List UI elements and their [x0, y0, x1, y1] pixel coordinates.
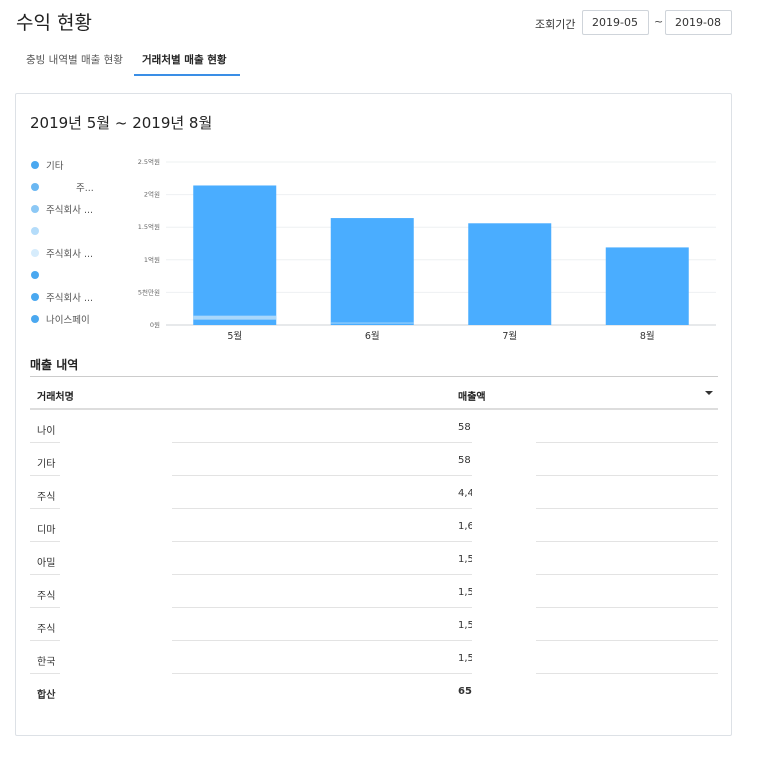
legend-dot-icon: [31, 249, 39, 257]
cell-amount: 65: [458, 686, 472, 697]
y-tick-label: 0원: [150, 320, 160, 329]
legend-dot-icon: [31, 315, 39, 323]
cell-amount: 58: [458, 422, 471, 433]
redaction-mask-names: [60, 412, 172, 724]
legend-dot-icon: [31, 205, 39, 213]
y-tick-label: 2억원: [144, 190, 160, 199]
header-client-name: 거래처명: [37, 392, 74, 403]
legend-item[interactable]: [30, 224, 120, 238]
y-tick-label: 2.5억원: [138, 157, 160, 166]
date-separator: ~: [654, 15, 664, 28]
legend-item[interactable]: [30, 268, 120, 282]
date-from-input[interactable]: 2019-05: [582, 10, 649, 35]
bar[interactable]: [193, 185, 277, 325]
cell-client-name: 아밀: [37, 558, 56, 569]
table-header: 거래처명 매출액: [30, 376, 718, 410]
redaction-mask-amounts: [472, 412, 536, 724]
legend-dot-icon: [31, 227, 39, 235]
bar[interactable]: [468, 223, 552, 325]
legend-item[interactable]: 주식회사 ...: [30, 202, 120, 216]
range-title: 2019년 5월 ~ 2019년 8월: [30, 114, 213, 132]
legend-dot-icon: [31, 183, 39, 191]
bar-segment-divider: [330, 322, 414, 324]
cell-client-name: 나이: [37, 426, 56, 437]
sales-card: 2019년 5월 ~ 2019년 8월 기타 주... 주식회사 ... 주식회사 .…: [15, 93, 732, 736]
legend-label: 주식회사 ...: [46, 205, 94, 216]
legend-label: 나이스페이: [46, 315, 90, 326]
cell-client-name: 기타: [37, 459, 56, 470]
legend-dot-icon: [31, 271, 39, 279]
legend-label: 주식회사 ...: [46, 293, 94, 304]
legend-label: 주식회사 ...: [46, 249, 94, 260]
cell-amount: 58: [458, 455, 471, 466]
x-tick-label: 5월: [227, 330, 242, 342]
legend-item[interactable]: 기타: [30, 158, 120, 172]
active-tab-indicator: [134, 74, 240, 76]
y-tick-label: 5천만원: [138, 287, 160, 296]
bar-segment-divider: [193, 315, 277, 320]
cell-client-name: 디마: [37, 525, 56, 536]
section-title: 매출 내역: [30, 358, 79, 372]
bar[interactable]: [330, 218, 414, 325]
date-to-input[interactable]: 2019-08: [665, 10, 732, 35]
legend-label: 기타: [46, 161, 64, 172]
header-amount[interactable]: 매출액: [458, 388, 486, 403]
sales-bar-chart: 0원 5천만원 1억원 1.5억원 2억원 2.5억원 5월 6월 7월 8월: [138, 157, 716, 342]
cell-client-name: 합산: [37, 690, 56, 701]
legend-item[interactable]: 주...: [30, 180, 120, 194]
tab-bar: 충빙 내역별 매출 현황 거래처별 매출 현황: [16, 52, 246, 78]
page-title: 수익 현황: [16, 12, 92, 34]
x-tick-label: 8월: [640, 330, 655, 342]
cell-client-name: 주식: [37, 492, 56, 503]
cell-client-name: 한국: [37, 657, 56, 668]
period-label: 조회기간: [535, 18, 576, 31]
y-tick-label: 1.5억원: [138, 222, 160, 231]
cell-client-name: 주식: [37, 624, 56, 635]
legend-dot-icon: [31, 293, 39, 301]
legend-item[interactable]: 나이스페이: [30, 312, 120, 326]
x-tick-label: 7월: [502, 330, 517, 342]
tab-item-history[interactable]: 충빙 내역별 매출 현황: [26, 52, 123, 76]
legend-item[interactable]: 주식회사 ...: [30, 290, 120, 304]
legend-item[interactable]: 주식회사 ...: [30, 246, 120, 260]
bar[interactable]: [605, 247, 689, 325]
legend-dot-icon: [31, 161, 39, 169]
cell-client-name: 주식: [37, 591, 56, 602]
x-tick-label: 6월: [365, 330, 380, 342]
sort-caret-icon[interactable]: [705, 391, 713, 395]
tab-client-sales[interactable]: 거래처별 매출 현황: [142, 52, 227, 76]
y-tick-label: 1억원: [144, 255, 160, 264]
